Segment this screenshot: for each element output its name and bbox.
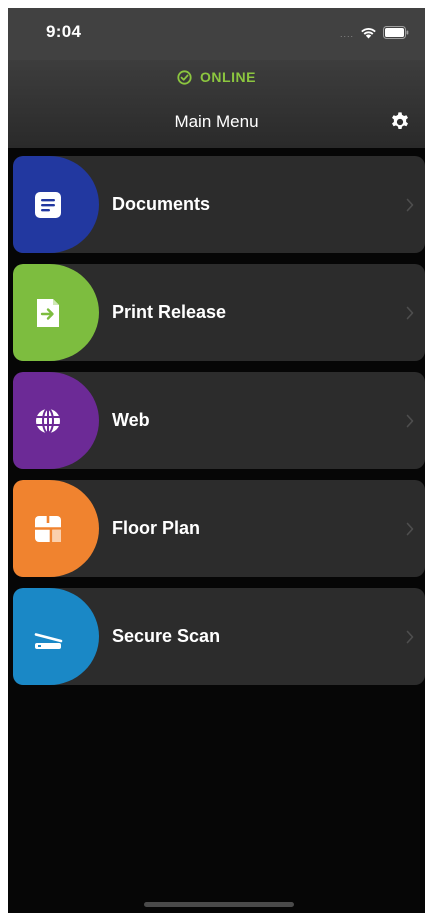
floor-plan-icon <box>32 513 64 545</box>
scanner-icon <box>32 621 64 653</box>
header: ONLINE Main Menu <box>8 60 425 148</box>
menu-item-label: Print Release <box>112 302 227 322</box>
globe-icon <box>32 405 64 437</box>
chevron-right-icon <box>406 414 414 428</box>
gear-icon <box>392 112 408 130</box>
print-release-icon <box>32 297 64 329</box>
status-icons: .... <box>340 24 409 40</box>
chevron-right-icon <box>406 630 414 644</box>
menu-item-label: Secure Scan <box>112 626 221 646</box>
menu-item-web[interactable]: Web <box>13 372 425 469</box>
battery-icon <box>383 25 409 39</box>
chevron-right-icon <box>406 306 414 320</box>
status-time: 9:04 <box>46 22 82 41</box>
chevron-right-icon <box>406 198 414 212</box>
main-menu: Documents Print Release Web Floor Plan S… <box>13 156 425 696</box>
signal-indicator: .... <box>339 29 354 39</box>
menu-item-label: Web <box>112 410 150 430</box>
menu-item-label: Documents <box>112 194 211 214</box>
app-screen: 9:04 .... ONLINE Main Menu Documents Pri… <box>8 8 425 913</box>
settings-button[interactable] <box>387 109 413 135</box>
status-bar: 9:04 .... <box>8 8 425 60</box>
connection-status-text: ONLINE <box>200 69 256 85</box>
menu-item-secure-scan[interactable]: Secure Scan <box>13 588 425 685</box>
menu-item-documents[interactable]: Documents <box>13 156 425 253</box>
home-indicator[interactable] <box>144 902 294 907</box>
chevron-right-icon <box>406 522 414 536</box>
menu-item-floor-plan[interactable]: Floor Plan <box>13 480 425 577</box>
document-icon <box>32 189 64 221</box>
wifi-icon <box>361 27 376 38</box>
page-title: Main Menu <box>174 112 259 131</box>
menu-item-label: Floor Plan <box>112 518 201 538</box>
menu-item-print-release[interactable]: Print Release <box>13 264 425 361</box>
check-circle-icon <box>177 69 192 85</box>
connection-status: ONLINE <box>8 67 425 87</box>
